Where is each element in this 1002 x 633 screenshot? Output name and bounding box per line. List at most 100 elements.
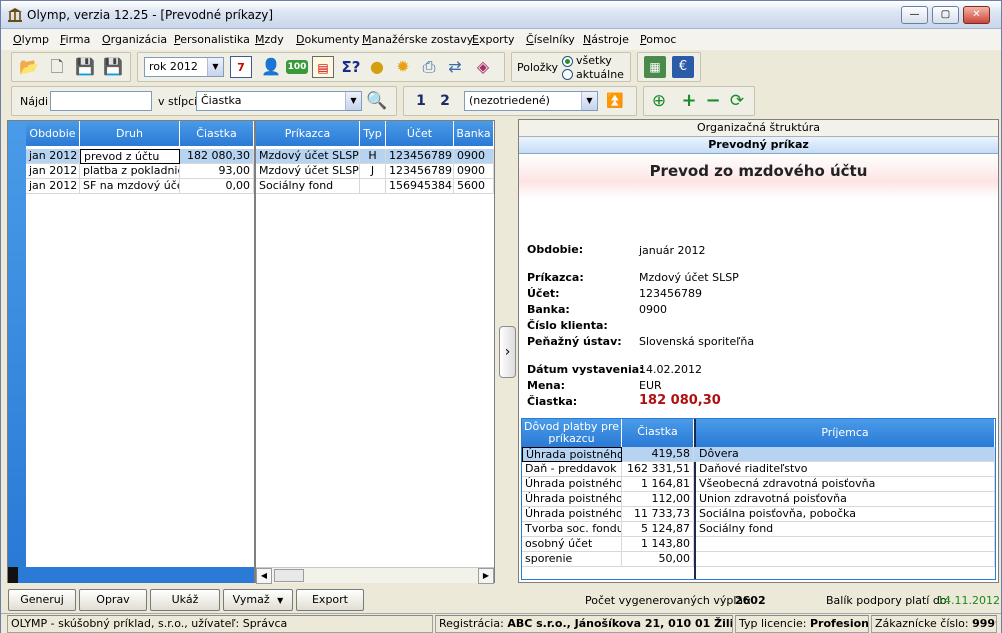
column-header-obdobie[interactable]: Obdobie xyxy=(26,121,80,146)
table-row[interactable]: Úhrada poistného 112,00 Union zdravotná … xyxy=(522,492,995,507)
column-select[interactable]: Čiastka ▼ xyxy=(196,91,362,111)
show-button[interactable]: Ukáž xyxy=(150,589,220,611)
menu-manazerske-zostavy[interactable]: Manažérske zostavy xyxy=(362,33,473,46)
toolbar-group-tools: ▦ € xyxy=(637,52,701,82)
delete-button[interactable]: Vymaž ▼ xyxy=(223,589,293,611)
column-header-druh[interactable]: Druh xyxy=(80,121,180,146)
cell-prijemca: Sociálny fond xyxy=(696,522,995,537)
sort-select[interactable]: (nezotriedené) ▼ xyxy=(464,91,598,111)
panel-toggle-button[interactable]: › xyxy=(499,326,516,378)
restore-button[interactable]: ▢ xyxy=(932,6,959,24)
scroll-left-icon[interactable]: ◀ xyxy=(256,568,272,584)
field-value-ucet: 123456789 xyxy=(639,287,702,300)
menu-personalistika[interactable]: Personalistika xyxy=(174,33,250,46)
cell-ciastka: 1 164,81 xyxy=(622,477,694,492)
table-row[interactable]: jan 2012 platba z pokladnice 93,00 xyxy=(26,164,254,179)
scroll-right-icon[interactable]: ▶ xyxy=(478,568,494,584)
column-header-ciastka[interactable]: Čiastka xyxy=(622,419,694,447)
menu-dokumenty[interactable]: Dokumenty xyxy=(296,33,360,46)
calendar-icon[interactable]: 7 xyxy=(230,56,252,78)
radio-current[interactable] xyxy=(562,69,573,80)
printer-icon[interactable]: ⎙ xyxy=(418,56,440,78)
open-folder-icon[interactable]: 📂 xyxy=(18,56,40,78)
sun-icon[interactable]: ✹ xyxy=(392,56,414,78)
in-column-label: v stĺpci xyxy=(158,95,198,108)
cell-dovod: Úhrada poistného xyxy=(522,492,622,507)
menu-pomoc[interactable]: Pomoc xyxy=(640,33,676,46)
column-header-prijemca[interactable]: Príjemca xyxy=(696,419,995,447)
zoom-add-icon[interactable]: ⊕ xyxy=(648,90,670,112)
menu-organizacia[interactable]: Organizácia xyxy=(102,33,167,46)
employee-icon[interactable]: 👤 xyxy=(260,56,282,78)
radio-all[interactable] xyxy=(562,56,573,67)
table-row[interactable]: Úhrada poistného 419,58 Dôvera xyxy=(522,447,995,462)
document-report-icon[interactable]: ▤ xyxy=(312,56,334,78)
sort-2-icon[interactable]: 2 xyxy=(434,90,456,112)
sort-up-icon[interactable]: ⏫ xyxy=(604,90,626,112)
field-value-prikazca: Mzdový účet SLSP xyxy=(639,271,739,284)
menu-mzdy[interactable]: Mzdy xyxy=(255,33,284,46)
cell-dovod[interactable]: Úhrada poistného xyxy=(522,447,622,462)
close-button[interactable]: ✕ xyxy=(963,6,990,24)
title-bar[interactable]: Olymp, verzia 12.25 - [Prevodné príkazy]… xyxy=(1,1,1001,29)
generated-count-label: Počet vygenerovaných výplat: xyxy=(585,594,752,607)
cell-dovod: Úhrada poistného xyxy=(522,507,622,522)
menu-firma[interactable]: Firma xyxy=(60,33,90,46)
table-row[interactable]: Úhrada poistného 1 164,81 Všeobecná zdra… xyxy=(522,477,995,492)
table-row[interactable]: Tvorba soc. fondu 5 124,87 Sociálny fond xyxy=(522,522,995,537)
payment-table: Dôvod platby pre príkazcu Čiastka Príjem… xyxy=(521,418,996,580)
column-header-banka[interactable]: Banka xyxy=(454,121,494,146)
column-header-dovod[interactable]: Dôvod platby pre príkazcu xyxy=(522,419,622,447)
column-header-ciastka[interactable]: Čiastka xyxy=(180,121,254,146)
horizontal-scrollbar[interactable]: ◀ ▶ xyxy=(256,567,494,584)
sort-1-icon[interactable]: 1 xyxy=(410,90,432,112)
cell-prijemca xyxy=(696,552,995,567)
column-header-ucet[interactable]: Účet xyxy=(386,121,454,146)
menu-ciselniky[interactable]: Číselníky xyxy=(526,33,575,46)
save-icon[interactable]: 💾 xyxy=(74,56,96,78)
add-icon[interactable]: + xyxy=(678,90,700,112)
export-button[interactable]: Export xyxy=(296,589,364,611)
calculator-icon[interactable]: ▦ xyxy=(644,56,666,78)
cell-druh: SF na mzdový účet xyxy=(80,179,180,194)
year-select[interactable]: rok 2012 ▼ xyxy=(144,57,224,77)
tab-transfer-order[interactable]: Prevodný príkaz xyxy=(519,137,998,154)
table-row[interactable]: Mzdový účet SLSP J 123456789 0900 xyxy=(256,164,494,179)
table-row[interactable]: Daň - preddavok 162 331,51 Daňové riadit… xyxy=(522,462,995,477)
remove-icon[interactable]: − xyxy=(702,90,724,112)
menu-olymp[interactable]: Olymp xyxy=(13,33,49,46)
table-row[interactable]: osobný účet 1 143,80 xyxy=(522,537,995,552)
cell-ciastka: 419,58 xyxy=(622,447,694,462)
menu-bar: Olymp Firma Organizácia Personalistika M… xyxy=(1,29,1001,50)
table-row[interactable]: jan 2012 SF na mzdový účet 0,00 xyxy=(26,179,254,194)
sigma-icon[interactable]: Σ? xyxy=(338,56,364,78)
new-document-icon[interactable]: 🗋 xyxy=(46,56,68,78)
menu-nastroje[interactable]: Nástroje xyxy=(583,33,629,46)
euro-calculator-icon[interactable]: € xyxy=(672,56,694,78)
search-icon[interactable]: 🔍 xyxy=(366,90,388,112)
minimize-button[interactable]: — xyxy=(901,6,928,24)
edit-button[interactable]: Oprav xyxy=(79,589,147,611)
cell-prijemca: Všeobecná zdravotná poisťovňa xyxy=(696,477,995,492)
table-row[interactable]: jan 2012 prevod z účtu 182 080,30 xyxy=(26,149,254,164)
table-row[interactable]: sporenie 50,00 xyxy=(522,552,995,567)
money-icon[interactable]: 100 xyxy=(286,60,308,74)
generate-button[interactable]: Generuj xyxy=(8,589,76,611)
menu-exporty[interactable]: Exporty xyxy=(472,33,515,46)
column-header-typ[interactable]: Typ xyxy=(360,121,386,146)
status-customer: Zákaznícke číslo: 9999 xyxy=(871,615,997,633)
coins-icon[interactable]: ● xyxy=(366,56,388,78)
table-row[interactable]: Mzdový účet SLSP H 123456789 0900 xyxy=(256,149,494,164)
eraser-icon[interactable]: ◈ xyxy=(472,56,494,78)
cell-ciastka: 1 143,80 xyxy=(622,537,694,552)
scroll-thumb[interactable] xyxy=(274,569,304,582)
table-row[interactable]: Sociálny fond 156945384 5600 xyxy=(256,179,494,194)
refresh-icon[interactable]: ⟳ xyxy=(726,90,748,112)
tab-organizational-structure[interactable]: Organizačná štruktúra xyxy=(519,120,998,137)
column-header-prikazca[interactable]: Príkazca xyxy=(256,121,360,146)
cell-druh[interactable]: prevod z účtu xyxy=(80,149,180,164)
transfer-icon[interactable]: ⇄ xyxy=(444,56,466,78)
save-export-icon[interactable]: 💾 xyxy=(102,56,124,78)
table-row[interactable]: Úhrada poistného 11 733,73 Sociálna pois… xyxy=(522,507,995,522)
find-input[interactable] xyxy=(50,91,152,111)
